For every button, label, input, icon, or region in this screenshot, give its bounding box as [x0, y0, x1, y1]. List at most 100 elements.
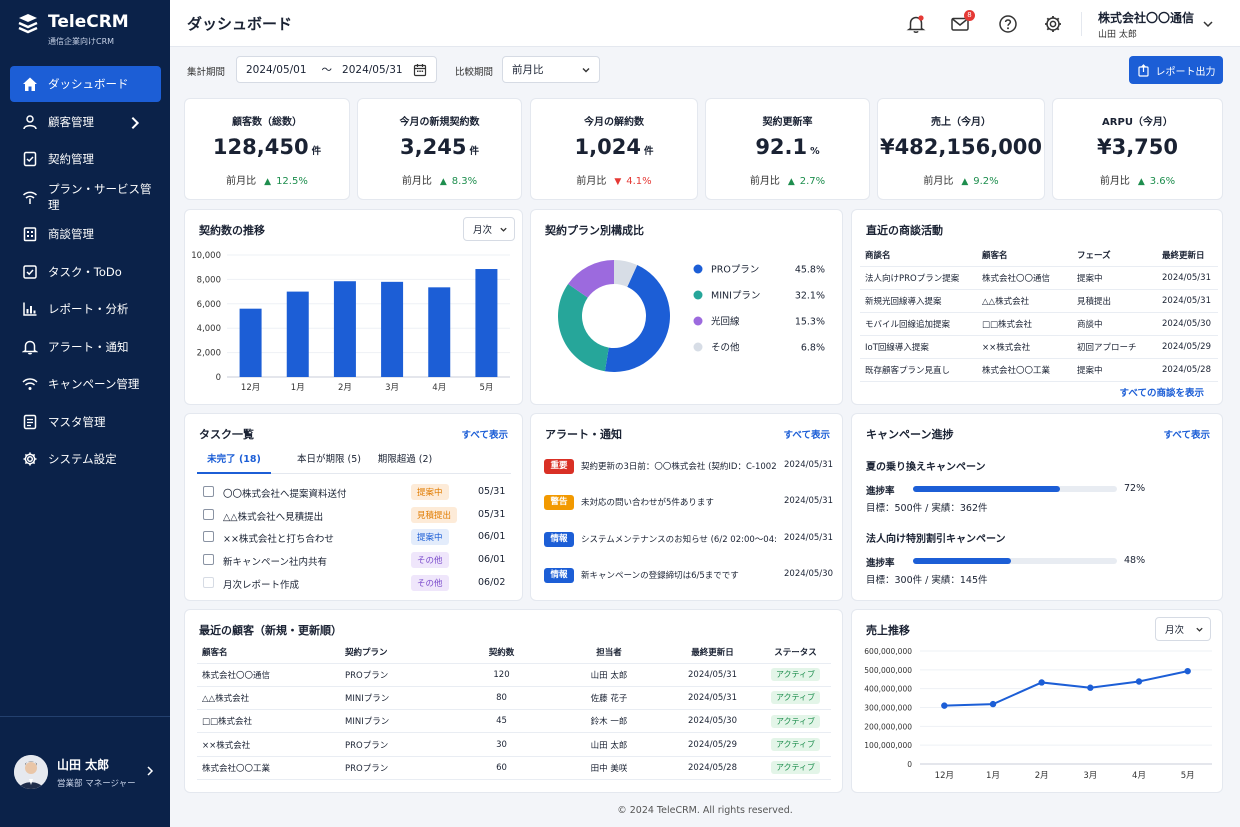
- alert-date: 2024/05/31: [784, 460, 833, 470]
- y-tick-label: 4,000: [197, 324, 221, 334]
- task-item[interactable]: ××株式会社と打ち合わせ 提案中 06/01: [185, 526, 524, 548]
- bar[interactable]: [428, 287, 451, 377]
- x-tick-label: 4月: [1132, 771, 1146, 781]
- line-point[interactable]: [1135, 678, 1143, 685]
- table-cell: 山田 太郎: [548, 663, 665, 686]
- line-point[interactable]: [941, 702, 948, 709]
- kpi-card[interactable]: ARPU（今月） ¥3,750 前月比 ▲ 3.6%: [1052, 98, 1223, 200]
- sidebar-item-plans[interactable]: プラン・サービス管理: [10, 179, 161, 215]
- task-item[interactable]: 月次レポート作成 その他 06/02: [185, 572, 524, 594]
- chevron-down-icon: [582, 68, 590, 73]
- compare-select[interactable]: 前月比: [502, 56, 600, 83]
- alert-item[interactable]: 警告 未対応の問い合わせが5件あります 2024/05/31: [531, 492, 844, 514]
- task-item[interactable]: 〇〇株式会社へ提案資料送付 提案中 05/31: [185, 481, 524, 503]
- campaign-item[interactable]: 夏の乗り換えキャンペーン 進捗率 72% 目標：500件 / 実績：362件: [852, 458, 1224, 522]
- kpi-card[interactable]: 今月の解約数 1,024 件前月比 ▼ 4.1%: [530, 98, 698, 200]
- sidebar-item-tasks[interactable]: タスク・ToDo: [10, 254, 161, 290]
- kpi-card[interactable]: 顧客数（総数） 128,450 件前月比 ▲ 12.5%: [184, 98, 350, 200]
- line-point[interactable]: [989, 700, 997, 708]
- bar[interactable]: [475, 269, 498, 377]
- table-row[interactable]: 株式会社〇〇通信 PROプラン 120 山田 太郎 2024/05/31 アクティブ: [197, 663, 831, 687]
- table-row[interactable]: 新規光回線導入提案 △△株式会社 見積提出 2024/05/31: [860, 289, 1218, 312]
- kpi-delta-label: 前月比: [923, 176, 954, 187]
- x-tick-label: 3月: [385, 383, 399, 393]
- see-all-tasks-link[interactable]: すべて表示: [462, 427, 508, 441]
- chevron-down-icon[interactable]: [1202, 18, 1214, 30]
- task-item[interactable]: 新キャンペーン社内共有 その他 06/01: [185, 549, 524, 571]
- deals-card: 直近の商談活動 商談名 顧客名 フェーズ 最終更新日 法人向けPROプラン提案 株式会社〇…: [851, 209, 1223, 405]
- task-checkbox[interactable]: [203, 554, 214, 566]
- tab-2[interactable]: 期限超過 (2): [361, 450, 449, 474]
- sidebar-item-dashboard[interactable]: ダッシュボード: [10, 66, 161, 102]
- table-row[interactable]: △△株式会社 MINIプラン 80 佐藤 花子 2024/05/31 アクティブ: [197, 686, 831, 710]
- table-row[interactable]: 法人向けPROプラン提案 株式会社〇〇通信 提案中 2024/05/31: [860, 266, 1218, 289]
- table-cell: 株式会社〇〇工業: [982, 365, 1051, 376]
- see-all-deals-link[interactable]: すべての商談を表示: [1120, 385, 1204, 399]
- task-item[interactable]: △△株式会社へ見積提出 見積提出 05/31: [185, 504, 524, 526]
- user-role: 営業部 マネージャー: [57, 778, 136, 789]
- task-checkbox[interactable]: [203, 576, 214, 588]
- tab-1[interactable]: 本日が期限 (5): [285, 450, 373, 474]
- status-badge: アクティブ: [770, 761, 821, 775]
- kpi-card[interactable]: 契約更新率 92.1% 前月比 ▲ 2.7%: [705, 98, 870, 200]
- card-title: 最近の顧客（新規・更新順）: [199, 624, 342, 637]
- bar[interactable]: [239, 308, 262, 377]
- alert-item[interactable]: 重要 契約更新の3日前：〇〇株式会社 (契約ID：C-10023) 2024/05/…: [531, 456, 844, 478]
- kpi-card[interactable]: 今月の新規契約数 3,245 件前月比 ▲ 8.3%: [357, 98, 522, 200]
- kpi-unit: %: [810, 146, 820, 157]
- export-report-button[interactable]: レポート出力: [1129, 56, 1223, 84]
- campaign-name: 法人向け特別割引キャンペーン: [866, 534, 1006, 545]
- sidebar-item-contracts[interactable]: 契約管理: [10, 141, 161, 177]
- sidebar-item-settings[interactable]: システム設定: [10, 441, 161, 477]
- kpi-card[interactable]: 売上（今月） ¥482,156,000 前月比 ▲ 9.2%: [877, 98, 1045, 200]
- date-range-picker[interactable]: 2024/05/01 〜 2024/05/31: [236, 56, 437, 83]
- home-icon: [23, 77, 37, 91]
- tab-0[interactable]: 未完了 (18): [197, 450, 271, 474]
- sidebar-item-deals[interactable]: 商談管理: [10, 216, 161, 252]
- task-checkbox[interactable]: [203, 508, 214, 520]
- bar[interactable]: [381, 281, 404, 377]
- line-point[interactable]: [1087, 684, 1094, 691]
- donut-slice[interactable]: [558, 283, 609, 372]
- cell-text: 120: [493, 669, 510, 680]
- line-point[interactable]: [1184, 667, 1191, 675]
- sidebar-item-label: マスタ管理: [48, 414, 106, 429]
- bell-icon[interactable]: [906, 14, 926, 34]
- company-name[interactable]: 株式会社〇〇通信: [1098, 9, 1194, 26]
- see-all-campaigns-link[interactable]: すべて表示: [1164, 427, 1210, 441]
- sidebar-user-profile[interactable]: 山田 太郎 営業部 マネージャー: [0, 716, 170, 827]
- brand-logo[interactable]: TeleCRM 通信企業向けCRM: [16, 12, 129, 47]
- campaign-item[interactable]: 法人向け特別割引キャンペーン 進捗率 48% 目標：300件 / 実績：145件: [852, 530, 1224, 594]
- table-row[interactable]: □□株式会社 MINIプラン 45 鈴木 一郎 2024/05/30 アクティブ: [197, 710, 831, 733]
- alert-item[interactable]: 情報 システムメンテナンスのお知らせ (6/2 02:00〜04:00) 2024/…: [531, 529, 844, 551]
- column-header: フェーズ: [1077, 251, 1111, 262]
- bar[interactable]: [286, 291, 309, 377]
- kpi-number: ¥482,156,000: [879, 135, 1043, 159]
- table-row[interactable]: ××株式会社 PROプラン 30 山田 太郎 2024/05/29 アクティブ: [197, 733, 831, 757]
- building-icon: [23, 227, 37, 242]
- table-row[interactable]: IoT回線導入提案 ××株式会社 初回アプローチ 2024/05/29: [860, 335, 1218, 358]
- see-all-alerts-link[interactable]: すべて表示: [784, 427, 830, 441]
- table-row[interactable]: 株式会社〇〇工業 PROプラン 60 田中 美咲 2024/05/28 アクティブ: [197, 756, 831, 780]
- sidebar-item-campaigns[interactable]: キャンペーン管理: [10, 366, 161, 402]
- alert-item[interactable]: 情報 新キャンペーンの登録締切は6/5までです 2024/05/30: [531, 565, 844, 587]
- plan-mix-card: 契約プラン別構成比 PROプラン 45.8% MINIプラン 32.1% 光回線 15.3…: [530, 209, 843, 405]
- task-checkbox[interactable]: [203, 531, 214, 543]
- help-icon[interactable]: [998, 14, 1018, 34]
- bar[interactable]: [333, 281, 356, 377]
- kpi-unit: 件: [643, 146, 654, 157]
- task-text: 月次レポート作成: [223, 579, 300, 591]
- sidebar-item-alerts[interactable]: アラート・通知: [10, 329, 161, 365]
- table-row[interactable]: 既存顧客プラン見直し 株式会社〇〇工業 提案中 2024/05/28: [860, 358, 1218, 381]
- task-checkbox[interactable]: [203, 486, 214, 497]
- sidebar-item-reports[interactable]: レポート・分析: [10, 291, 161, 327]
- sidebar-item-master[interactable]: マスタ管理: [10, 404, 161, 440]
- triangle-up-icon: ▲: [1137, 177, 1145, 187]
- cell-text: 2024/05/31: [688, 692, 737, 703]
- alert-text: 未対応の問い合わせが5件あります: [581, 498, 714, 508]
- line-point[interactable]: [1038, 679, 1045, 686]
- sidebar-item-label: 商談管理: [48, 227, 94, 241]
- table-row[interactable]: モバイル回線追加提案 □□株式会社 商談中 2024/05/30: [860, 312, 1218, 335]
- sidebar-item-customers[interactable]: 顧客管理: [10, 104, 161, 140]
- settings-gear-icon[interactable]: [1043, 14, 1063, 34]
